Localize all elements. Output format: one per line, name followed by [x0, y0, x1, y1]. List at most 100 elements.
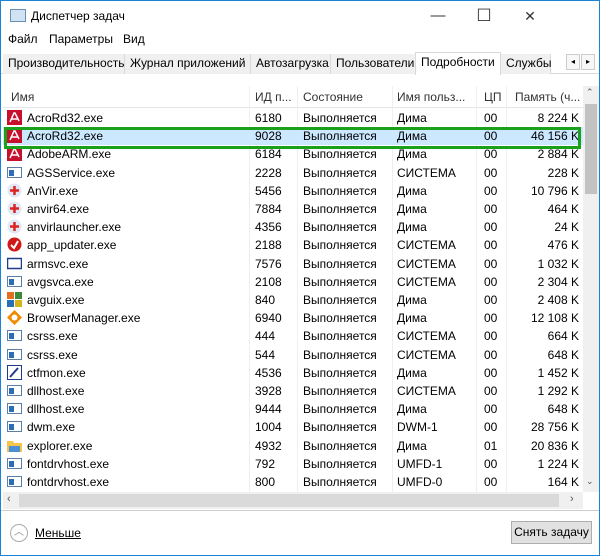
process-name: dllhost.exe [27, 384, 85, 398]
process-pid: 444 [255, 329, 276, 344]
process-cpu: 00 [484, 347, 498, 362]
process-name: AGSService.exe [27, 165, 116, 180]
tab-details[interactable]: Подробности [415, 52, 501, 75]
table-row[interactable]: ctfmon.exe 4536 Выполняется Дима 00 1 452 K [3, 364, 583, 382]
chevron-up-icon[interactable]: ︿ [10, 524, 28, 542]
pen-app-icon [7, 364, 22, 380]
minimize-button[interactable]: — [415, 1, 461, 31]
table-row[interactable]: explorer.exe 4932 Выполняется Дима 01 20 836 … [3, 437, 583, 455]
table-row[interactable]: dwm.exe 1004 Выполняется DWM-1 00 28 756 K [3, 418, 583, 436]
table-row[interactable]: fontdrvhost.exe 792 Выполняется UMFD-1 00 1 2… [3, 455, 583, 473]
tab-app-history[interactable]: Журнал приложений [125, 54, 251, 74]
process-memory: 164 K [547, 475, 579, 489]
table-row[interactable]: avgsvca.exe 2108 Выполняется СИСТЕМА 00 2 304… [3, 273, 583, 291]
process-pid: 7884 [255, 202, 282, 216]
end-task-button[interactable]: Снять задачу [511, 521, 592, 544]
app-app-icon [7, 456, 22, 471]
process-cpu: 00 [484, 456, 498, 471]
tab-scroll-left-button[interactable]: ◂ [566, 54, 580, 70]
process-memory: 24 K [554, 220, 579, 235]
process-memory: 664 K [547, 329, 579, 344]
process-cpu: 00 [484, 165, 498, 180]
process-pid: 800 [255, 475, 276, 489]
app-app-icon [7, 347, 22, 362]
process-name: AdobeARM.exe [27, 147, 112, 162]
column-user[interactable]: Имя польз... [397, 90, 465, 104]
process-memory: 8 224 K [537, 111, 579, 125]
process-pid: 6184 [255, 147, 282, 162]
scroll-left-icon[interactable]: ‹ [7, 493, 11, 505]
process-status: Выполняется [303, 111, 377, 125]
table-row[interactable]: avguix.exe 840 Выполняется Дима 00 2 408 K [3, 291, 583, 309]
process-user: UMFD-0 [397, 475, 443, 489]
column-pid[interactable]: ИД п... [255, 90, 292, 104]
scroll-down-icon[interactable]: ⌄ [586, 476, 594, 487]
process-cpu: 00 [484, 202, 498, 216]
process-pid: 2108 [255, 274, 282, 289]
process-status: Выполняется [303, 165, 377, 180]
cross-app-icon [7, 219, 22, 234]
scroll-up-icon[interactable]: ⌃ [586, 87, 594, 98]
process-pid: 9028 [255, 129, 282, 144]
process-status: Выполняется [303, 456, 377, 471]
process-status: Выполняется [303, 420, 377, 435]
process-memory: 1 224 K [537, 456, 579, 471]
menu-options[interactable]: Параметры [49, 32, 113, 46]
tab-startup[interactable]: Автозагрузка [251, 54, 331, 74]
process-pid: 1004 [255, 420, 282, 435]
process-name: csrss.exe [27, 347, 78, 362]
process-user: Дима [397, 402, 427, 417]
process-memory: 1 292 K [537, 384, 579, 398]
process-name: app_updater.exe [27, 238, 117, 253]
window-title: Диспетчер задач [31, 9, 125, 23]
tab-performance[interactable]: Производительность [3, 54, 125, 74]
table-row[interactable]: csrss.exe 444 Выполняется СИСТЕМА 00 664 K [3, 327, 583, 345]
process-status: Выполняется [303, 329, 377, 344]
table-row[interactable]: AdobeARM.exe 6184 Выполняется Дима 00 2 884 K [3, 145, 583, 163]
table-row[interactable]: armsvc.exe 7576 Выполняется СИСТЕМА 00 1 032 … [3, 255, 583, 273]
updater-app-icon [7, 237, 22, 252]
process-memory: 476 K [547, 238, 579, 253]
cross-app-icon [7, 183, 22, 198]
menu-file[interactable]: Файл [8, 32, 38, 46]
table-row[interactable]: dllhost.exe 3928 Выполняется СИСТЕМА 00 1 292… [3, 382, 583, 400]
column-status[interactable]: Состояние [303, 90, 363, 104]
process-user: DWM-1 [397, 420, 438, 435]
table-row[interactable]: fontdrvhost.exe 800 Выполняется UMFD-0 00 164… [3, 473, 583, 491]
close-button[interactable]: ✕ [507, 1, 553, 31]
tab-users[interactable]: Пользователи [331, 54, 416, 74]
process-pid: 6940 [255, 311, 282, 326]
horizontal-scroll-thumb[interactable] [19, 494, 559, 507]
table-row[interactable]: AcroRd32.exe 9028 Выполняется Дима 00 46 156 … [3, 127, 583, 146]
menu-view[interactable]: Вид [123, 32, 145, 46]
column-memory[interactable]: Память (ч... [515, 90, 580, 104]
column-name[interactable]: Имя [11, 90, 34, 104]
table-row[interactable]: AGSService.exe 2228 Выполняется СИСТЕМА 00 22… [3, 164, 583, 182]
table-row[interactable]: dllhost.exe 9444 Выполняется Дима 00 648 K [3, 400, 583, 418]
tab-bar: Производительность Журнал приложений Авт… [1, 52, 599, 75]
pdf-app-icon [7, 128, 22, 144]
table-row[interactable]: anvirlauncher.exe 4356 Выполняется Дима 00 24… [3, 218, 583, 236]
table-row[interactable]: anvir64.exe 7884 Выполняется Дима 00 464 K [3, 200, 583, 218]
tab-services[interactable]: Службы [501, 54, 551, 74]
table-row[interactable]: app_updater.exe 2188 Выполняется СИСТЕМА 00 4… [3, 236, 583, 254]
process-status: Выполняется [303, 384, 377, 398]
process-cpu: 00 [484, 420, 498, 435]
table-row[interactable]: AnVir.exe 5456 Выполняется Дима 00 10 796 K [3, 182, 583, 200]
fewer-details-link[interactable]: Меньше [35, 526, 81, 540]
maximize-button[interactable]: ☐ [461, 1, 507, 31]
table-row[interactable]: csrss.exe 544 Выполняется СИСТЕМА 00 648 K [3, 346, 583, 364]
process-pid: 2188 [255, 238, 282, 253]
tab-scroll-right-button[interactable]: ▸ [581, 54, 595, 70]
table-row[interactable]: AcroRd32.exe 6180 Выполняется Дима 00 8 224 K [3, 109, 583, 127]
vertical-scrollbar[interactable]: ⌃ ⌄ [583, 86, 599, 492]
horizontal-scrollbar[interactable]: ‹ › [3, 492, 583, 509]
app-app-icon [7, 474, 22, 489]
vertical-scroll-thumb[interactable] [585, 104, 597, 194]
process-user: Дима [397, 111, 427, 125]
scroll-right-icon[interactable]: › [570, 493, 574, 505]
column-cpu[interactable]: ЦП [484, 90, 502, 104]
table-row[interactable]: BrowserManager.exe 6940 Выполняется Дима 00 1… [3, 309, 583, 327]
process-user: СИСТЕМА [397, 347, 456, 362]
process-name: fontdrvhost.exe [27, 456, 110, 471]
